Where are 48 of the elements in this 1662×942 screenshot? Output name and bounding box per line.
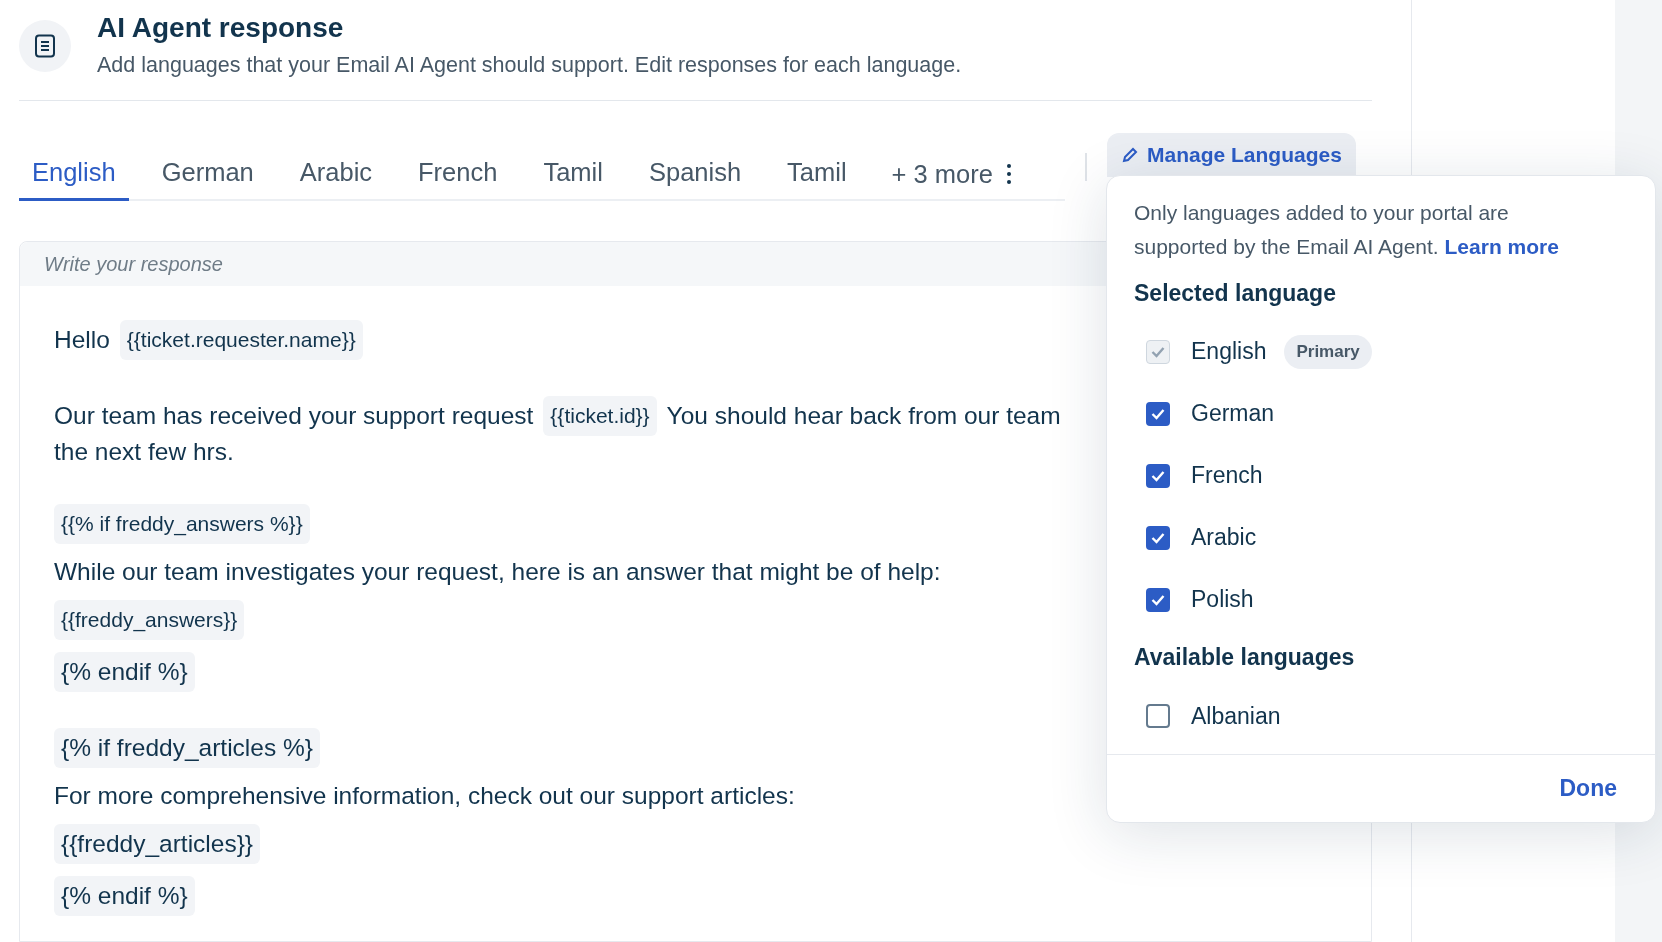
body-text: Hello [54,325,110,355]
more-tabs-button[interactable]: + 3 more [879,147,1023,201]
body-text: While our team investigates your request, here is an answer that might be of help: [54,557,941,587]
placeholder-token: {{ticket.requester.name}} [119,320,363,360]
body-text: For more comprehensive information, check out our support articles: [54,781,795,811]
language-tab[interactable]: German [148,147,267,201]
checkbox[interactable] [1146,401,1170,426]
language-label: English [1191,337,1267,367]
checkbox[interactable] [1146,587,1170,612]
template-tag: {{freddy_articles}} [54,824,261,864]
check-icon [1151,345,1165,358]
language-tab[interactable]: Spanish [635,147,755,201]
primary-badge: Primary [1284,334,1372,369]
check-icon [1151,407,1165,420]
language-tab[interactable]: English [19,147,129,201]
language-label: French [1191,461,1263,491]
checkbox[interactable] [1146,525,1170,550]
learn-more-link[interactable]: Learn more [1444,235,1559,258]
check-icon [1151,531,1165,544]
manage-languages-button[interactable]: Manage Languages [1107,133,1356,177]
page-title: AI Agent response [97,11,345,45]
pencil-icon [1121,146,1139,164]
document-icon [19,20,71,72]
check-icon [1151,469,1165,482]
placeholder-token: {{% if freddy_answers %}} [54,504,310,544]
body-text: the next few hrs. [54,437,234,467]
language-label: Polish [1191,585,1254,615]
template-tag: {% if freddy_articles %} [54,728,320,768]
done-button[interactable]: Done [1559,771,1617,806]
language-tab[interactable]: French [405,147,511,201]
checkbox[interactable] [1146,704,1170,728]
language-label: Arabic [1191,523,1257,553]
body-text: Our team has received your support request [54,401,534,431]
template-tag: {% endif %} [54,652,195,692]
language-tab[interactable]: Arabic [286,147,386,201]
language-label: Albanian [1191,701,1281,731]
template-tag: {% endif %} [54,876,195,916]
language-tab[interactable]: Tamil [530,147,616,201]
check-icon [1151,593,1165,606]
more-icon [1006,164,1011,184]
language-label: German [1191,399,1275,429]
language-tab[interactable]: Tamil [774,147,860,201]
placeholder-token: {{freddy_answers}} [54,600,245,640]
placeholder-token: {{ticket.id}} [543,396,657,436]
page-subtitle: Add languages that your Email AI Agent should support. Edit responses for each language. [97,52,962,79]
section-heading: Available languages [1134,642,1356,672]
body-text: You should hear back from our team [666,401,1061,431]
checkbox[interactable] [1146,463,1170,488]
